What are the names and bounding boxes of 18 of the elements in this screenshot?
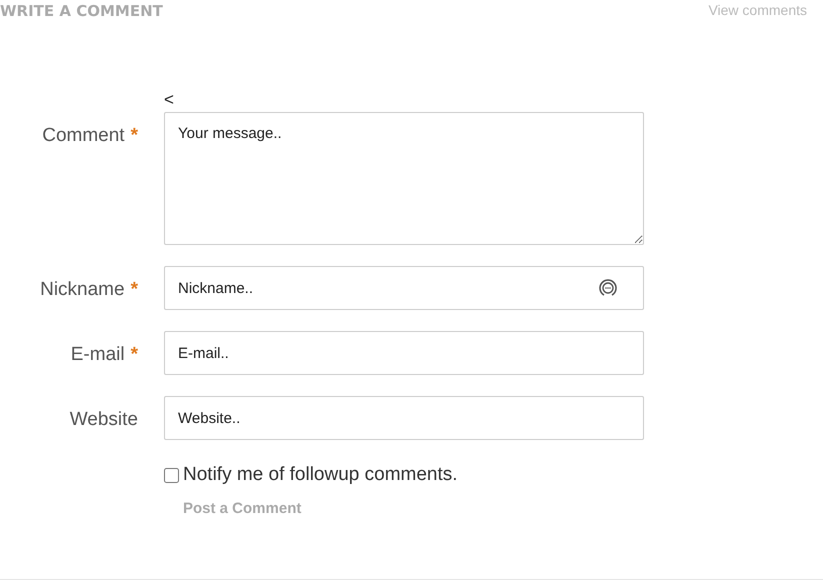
required-mark: * xyxy=(130,343,138,367)
field-label: E-mail xyxy=(70,343,125,367)
required-mark: * xyxy=(130,124,138,148)
input-field[interactable]: Website.. xyxy=(164,396,644,440)
field-label: Nickname xyxy=(40,278,125,302)
comment-field[interactable]: Your message.. xyxy=(164,112,644,245)
section-title: WRITE A COMMENT xyxy=(0,1,163,22)
required-mark: * xyxy=(130,278,138,302)
input-field[interactable]: Nickname.. xyxy=(164,266,644,310)
notify-checkbox[interactable] xyxy=(164,468,179,483)
input-field[interactable]: E-mail.. xyxy=(164,331,644,375)
checkbox-label: Notify me of followup comments. xyxy=(183,463,458,487)
field-label: Website xyxy=(70,408,138,432)
field-label: Comment xyxy=(42,124,125,148)
post-comment-button[interactable]: Post a Comment xyxy=(183,498,302,520)
view-comments-link[interactable]: View comments xyxy=(708,0,807,21)
chat-icon[interactable] xyxy=(598,278,618,298)
back-arrow[interactable]: < xyxy=(164,88,823,112)
